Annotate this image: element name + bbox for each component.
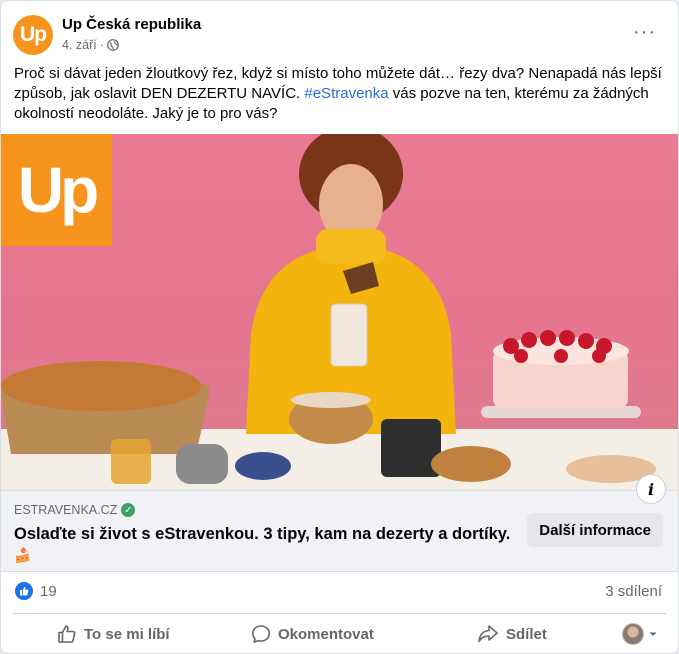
user-avatar — [622, 623, 644, 645]
share-icon — [478, 625, 498, 643]
like-label: To se mi líbí — [84, 625, 170, 643]
thumb-up-outline-icon — [58, 625, 76, 643]
turtleneck — [316, 229, 386, 264]
up-logo: Up — [17, 154, 99, 226]
teapot — [176, 444, 228, 484]
page-name[interactable]: Up Česká republika — [62, 16, 201, 33]
comment-label: Okomentovat — [278, 625, 374, 643]
link-title[interactable]: Oslaďte si život s eStravenkou. 3 tipy, … — [14, 523, 514, 545]
chevron-down-icon — [649, 632, 657, 636]
thumb-up-icon — [20, 586, 29, 596]
like-reaction-icon[interactable] — [15, 582, 33, 600]
like-count[interactable]: 19 — [40, 583, 57, 600]
action-bar: To se mi líbí Okomentovat Sdílet — [13, 615, 666, 653]
up-logo-box: Up — [1, 134, 112, 246]
share-count[interactable]: 3 sdílení — [605, 583, 662, 600]
audience-selector[interactable] — [622, 615, 658, 653]
actions-divider — [13, 613, 666, 614]
post-card: Up Up Česká republika 4. září · ··· Proč… — [0, 0, 679, 654]
cake-emoji-icon: 🍰 — [14, 547, 32, 563]
milk-glass — [330, 303, 368, 367]
share-button[interactable]: Sdílet — [477, 615, 547, 653]
bowl-berries — [235, 452, 291, 480]
domain-text: ESTRAVENKA.CZ — [14, 503, 118, 517]
info-icon[interactable]: i — [636, 474, 666, 504]
black-mug — [381, 419, 441, 477]
post-meta: 4. září · — [62, 38, 119, 52]
comment-button[interactable]: Okomentovat — [251, 615, 374, 653]
like-button[interactable]: To se mi líbí — [57, 615, 170, 653]
post-image[interactable]: Up — [1, 134, 678, 490]
more-info-button[interactable]: Další informace — [527, 513, 663, 547]
link-domain: ESTRAVENKA.CZ ✓ — [14, 503, 136, 517]
reaction-stats: 19 3 sdílení — [15, 582, 662, 602]
link-preview[interactable]: i ESTRAVENKA.CZ ✓ Oslaďte si život s eSt… — [1, 474, 678, 572]
pastry-plate — [431, 446, 511, 482]
hashtag-link[interactable]: #eStravenka — [304, 85, 388, 102]
meta-separator: · — [99, 38, 104, 52]
post-date[interactable]: 4. září — [62, 38, 97, 52]
verified-icon: ✓ — [121, 503, 136, 517]
honey-jar — [111, 439, 151, 484]
comment-icon — [252, 625, 270, 643]
pancake-top — [291, 392, 371, 408]
croissants — [1, 361, 201, 411]
more-options-icon[interactable]: ··· — [633, 21, 656, 44]
post-header: Up Up Česká republika 4. září · ··· — [13, 13, 666, 57]
page-avatar[interactable]: Up — [13, 15, 53, 55]
share-label: Sdílet — [506, 625, 547, 643]
post-text: Proč si dávat jeden žloutkový řez, když … — [14, 64, 664, 124]
globe-icon — [107, 39, 119, 51]
